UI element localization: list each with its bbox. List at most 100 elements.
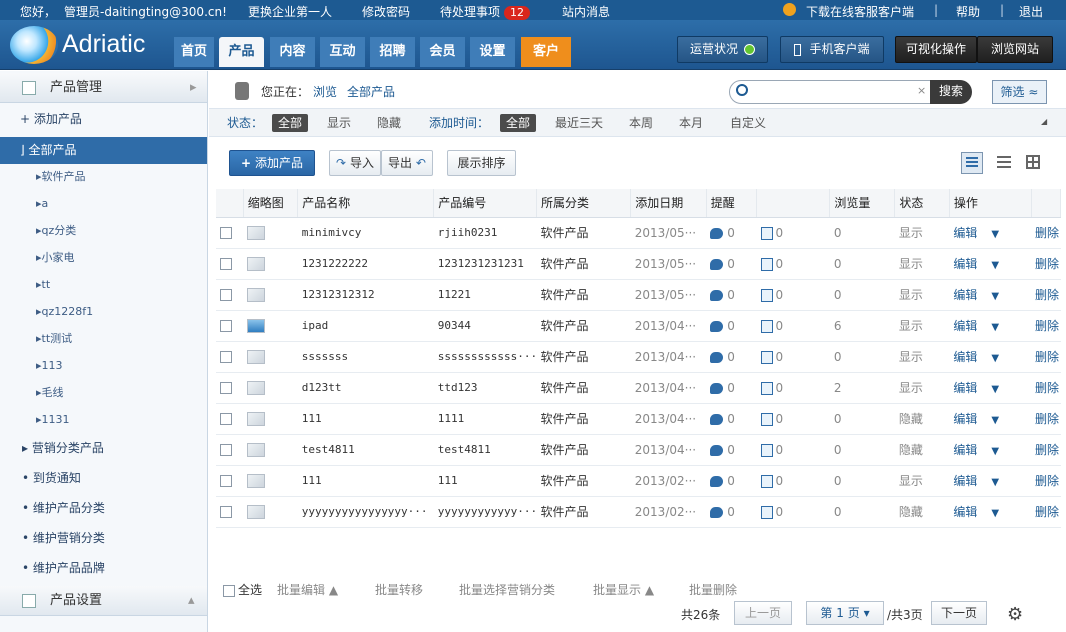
delete-link[interactable]: 删除: [1035, 257, 1059, 271]
batch-edit-button[interactable]: 批量编辑 ▲: [277, 581, 338, 598]
page-select[interactable]: 第 1 页 ▾: [806, 601, 884, 625]
import-button[interactable]: ↷ 导入: [329, 150, 381, 176]
batch-move-button[interactable]: 批量转移: [375, 581, 423, 598]
change-password-link[interactable]: 修改密码: [362, 3, 410, 20]
edit-note-icon[interactable]: [760, 381, 773, 395]
sidebar-item-all-products[interactable]: ⌋ 全部产品: [0, 137, 207, 164]
thumbnail-image[interactable]: [247, 380, 266, 395]
row-checkbox[interactable]: [220, 382, 232, 394]
sidebar-item-arrival-notice[interactable]: • 到货通知: [0, 465, 207, 492]
thumbnail-image[interactable]: [247, 225, 266, 240]
comment-icon[interactable]: [710, 258, 724, 270]
chevron-down-icon[interactable]: ▼: [991, 229, 999, 240]
comment-icon[interactable]: [710, 351, 724, 363]
edit-link[interactable]: 编辑: [953, 226, 977, 240]
edit-link[interactable]: 编辑: [953, 288, 977, 302]
edit-note-icon[interactable]: [760, 288, 773, 302]
nav-recruit[interactable]: 招聘: [370, 37, 415, 67]
row-checkbox[interactable]: [220, 506, 232, 518]
breadcrumb-all-products[interactable]: 全部产品: [347, 83, 395, 100]
thumbnail-image[interactable]: [247, 287, 266, 302]
edit-note-icon[interactable]: [760, 257, 773, 271]
chevron-down-icon[interactable]: ▼: [991, 446, 999, 457]
chevron-down-icon[interactable]: ▼: [991, 384, 999, 395]
edit-note-icon[interactable]: [760, 319, 773, 333]
operation-status-button[interactable]: 运营状况: [677, 36, 768, 63]
comment-icon[interactable]: [710, 227, 724, 239]
comment-icon[interactable]: [710, 413, 724, 425]
comment-icon[interactable]: [710, 444, 724, 456]
mobile-client-button[interactable]: 手机客户端: [780, 36, 884, 63]
delete-link[interactable]: 删除: [1035, 319, 1059, 333]
comment-icon[interactable]: [710, 382, 724, 394]
status-filter-hidden[interactable]: 隐藏: [371, 114, 407, 132]
delete-link[interactable]: 删除: [1035, 350, 1059, 364]
chevron-down-icon[interactable]: ▼: [991, 415, 999, 426]
thumbnail-image[interactable]: [247, 256, 266, 271]
row-checkbox[interactable]: [220, 258, 232, 270]
pending-link[interactable]: 待处理事项 12: [440, 3, 531, 20]
chevron-down-icon[interactable]: ▼: [991, 508, 999, 519]
status-filter-visible[interactable]: 显示: [321, 114, 357, 132]
chevron-down-icon[interactable]: ▼: [991, 353, 999, 364]
edit-link[interactable]: 编辑: [953, 443, 977, 457]
next-page-button[interactable]: 下一页: [931, 601, 987, 625]
edit-link[interactable]: 编辑: [953, 412, 977, 426]
time-filter-month[interactable]: 本月: [673, 114, 709, 132]
row-checkbox[interactable]: [220, 320, 232, 332]
row-checkbox[interactable]: [220, 227, 232, 239]
delete-link[interactable]: 删除: [1035, 474, 1059, 488]
chevron-down-icon[interactable]: ▼: [991, 291, 999, 302]
select-all-checkbox[interactable]: 全选: [223, 581, 262, 598]
delete-link[interactable]: 删除: [1035, 288, 1059, 302]
filter-toggle-button[interactable]: 筛选 ≈: [992, 80, 1047, 104]
switch-company-link[interactable]: 更换企业第一人: [248, 3, 332, 20]
row-checkbox[interactable]: [220, 475, 232, 487]
comment-icon[interactable]: [710, 320, 724, 332]
add-product-button[interactable]: + 添加产品: [229, 150, 315, 176]
browse-site-button[interactable]: 浏览网站: [977, 36, 1053, 63]
display-sort-button[interactable]: 展示排序: [447, 150, 516, 176]
collapse-icon[interactable]: ◢: [1041, 117, 1047, 126]
sidebar-item-product-categories[interactable]: • 维护产品分类: [0, 495, 207, 522]
sidebar-category[interactable]: ▸a: [36, 190, 48, 217]
logout-link[interactable]: 退出: [1019, 3, 1043, 20]
nav-members[interactable]: 会员: [420, 37, 465, 67]
edit-link[interactable]: 编辑: [953, 381, 977, 395]
edit-note-icon[interactable]: [760, 226, 773, 240]
list-view-icon[interactable]: [997, 156, 1011, 168]
breadcrumb-browse[interactable]: 浏览: [313, 83, 337, 100]
batch-show-button[interactable]: 批量显示 ▲: [593, 581, 654, 598]
sidebar-section-product-settings[interactable]: 产品设置 ▴: [0, 586, 207, 616]
edit-link[interactable]: 编辑: [953, 319, 977, 333]
visual-operation-button[interactable]: 可视化操作: [895, 36, 977, 63]
nav-settings[interactable]: 设置: [470, 37, 515, 67]
edit-note-icon[interactable]: [760, 443, 773, 457]
nav-products[interactable]: 产品: [219, 37, 264, 67]
sidebar-item-marketing-products[interactable]: ▸ 营销分类产品: [0, 435, 207, 462]
comment-icon[interactable]: [710, 289, 724, 301]
comment-icon[interactable]: [710, 506, 724, 518]
search-input[interactable]: [754, 84, 914, 100]
edit-note-icon[interactable]: [760, 412, 773, 426]
nav-customers[interactable]: 客户: [521, 37, 571, 67]
nav-content[interactable]: 内容: [270, 37, 315, 67]
gear-icon[interactable]: ⚙: [1007, 604, 1023, 625]
sidebar-category[interactable]: ▸qz1228f1: [36, 298, 93, 325]
clear-icon[interactable]: ×: [917, 84, 926, 97]
row-checkbox[interactable]: [220, 444, 232, 456]
edit-note-icon[interactable]: [760, 350, 773, 364]
comment-icon[interactable]: [710, 475, 724, 487]
delete-link[interactable]: 删除: [1035, 505, 1059, 519]
sidebar-category[interactable]: ▸1131: [36, 406, 70, 433]
thumbnail-image[interactable]: [247, 442, 266, 457]
delete-link[interactable]: 删除: [1035, 412, 1059, 426]
sidebar-category[interactable]: ▸tt: [36, 271, 50, 298]
prev-page-button[interactable]: 上一页: [734, 601, 792, 625]
row-checkbox[interactable]: [220, 351, 232, 363]
thumbnail-view-icon[interactable]: [1026, 155, 1040, 169]
nav-interaction[interactable]: 互动: [320, 37, 365, 67]
sidebar-category[interactable]: ▸小家电: [36, 244, 75, 271]
edit-note-icon[interactable]: [760, 474, 773, 488]
sidebar-category[interactable]: ▸毛线: [36, 379, 64, 406]
